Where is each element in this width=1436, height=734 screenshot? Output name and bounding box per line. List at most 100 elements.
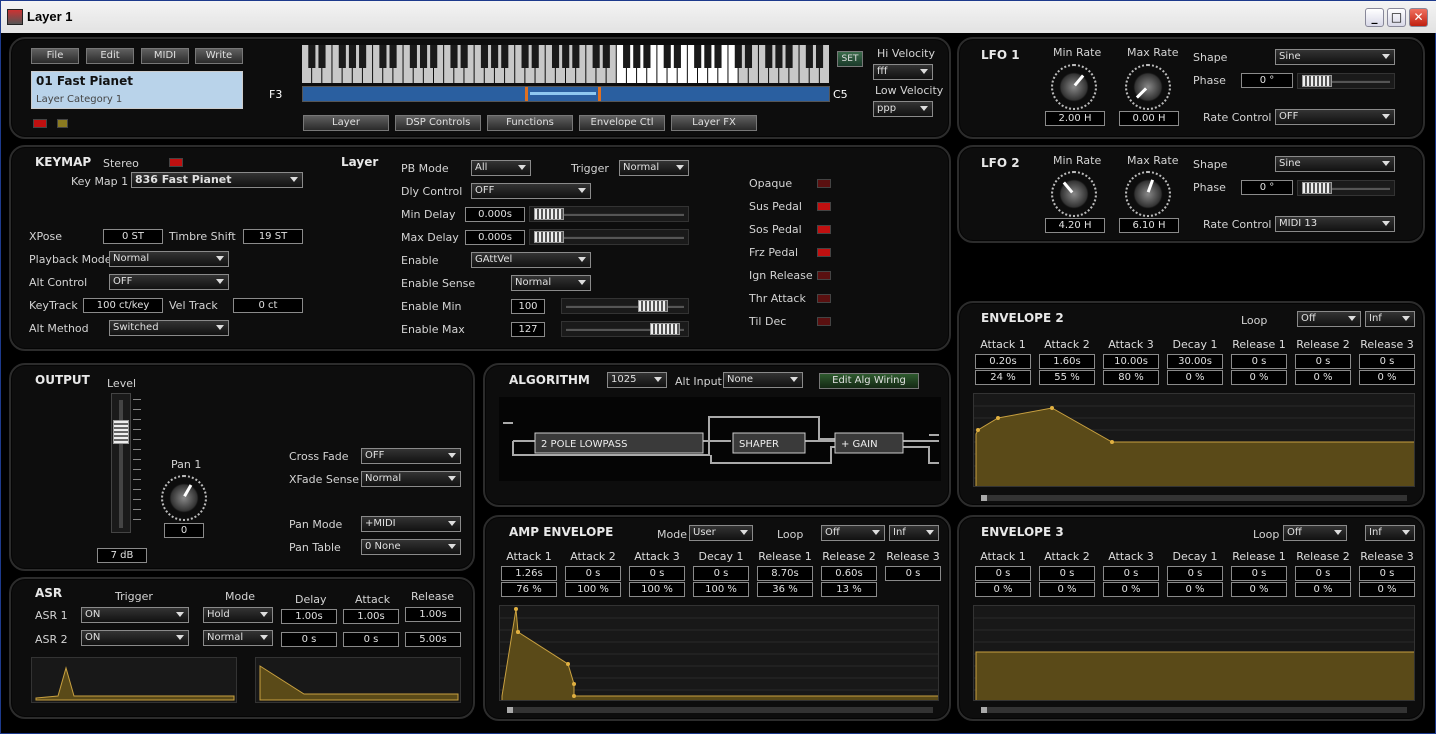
pan-table-select[interactable]: 0 None (361, 539, 461, 555)
env-level[interactable]: 0 % (1359, 582, 1415, 597)
alt-control-select[interactable]: OFF (109, 274, 229, 290)
black-key[interactable] (349, 45, 356, 68)
asr1-release[interactable]: 1.00s (405, 607, 461, 622)
env-time[interactable]: 1.60s (1039, 354, 1095, 369)
env-node[interactable] (996, 416, 1000, 420)
black-key[interactable] (532, 45, 539, 68)
key-range-bar[interactable] (302, 86, 830, 102)
env-level[interactable]: 76 % (501, 582, 557, 597)
env-curve[interactable] (976, 652, 1415, 701)
alg-block-shaper[interactable]: SHAPER (739, 439, 779, 450)
pb-mode-select[interactable]: All (471, 160, 531, 176)
black-key[interactable] (603, 45, 610, 68)
black-key[interactable] (643, 45, 650, 68)
enable-select[interactable]: GAttVel (471, 252, 591, 268)
black-key[interactable] (318, 45, 325, 68)
env-level[interactable]: 0 % (1295, 582, 1351, 597)
amp-env-scrollbar[interactable] (507, 707, 933, 713)
lfo1-max-rate-value[interactable]: 0.00 H (1119, 111, 1179, 126)
enable-min-slider[interactable] (561, 298, 689, 314)
lfo1-phase-value[interactable]: 0 ° (1241, 73, 1293, 88)
env-level[interactable]: 80 % (1103, 370, 1159, 385)
env-level[interactable]: 0 % (1167, 370, 1223, 385)
lfo2-shape-select[interactable]: Sine (1275, 156, 1395, 172)
level-fader[interactable] (111, 393, 131, 533)
file-menu-button[interactable]: File (31, 48, 79, 64)
env-level[interactable]: 0 % (1103, 582, 1159, 597)
min-delay-value[interactable]: 0.000s (465, 207, 525, 222)
lfo1-shape-select[interactable]: Sine (1275, 49, 1395, 65)
toggle-led[interactable] (817, 317, 831, 326)
low-velocity-select[interactable]: ppp (873, 101, 933, 117)
env3-loop-count-select[interactable]: Inf (1365, 525, 1415, 541)
env-level[interactable]: 0 % (1231, 582, 1287, 597)
black-key[interactable] (308, 45, 315, 68)
env-time[interactable]: 0 s (1295, 566, 1351, 581)
env-time[interactable]: 30.00s (1167, 354, 1223, 369)
env3-scrollbar[interactable] (981, 707, 1407, 713)
env-level[interactable]: 13 % (821, 582, 877, 597)
env-curve[interactable] (502, 609, 939, 701)
black-key[interactable] (420, 45, 427, 68)
black-key[interactable] (816, 45, 823, 68)
env-level[interactable]: 55 % (1039, 370, 1095, 385)
asr1-mode-select[interactable]: Hold (203, 607, 273, 623)
vel-track-value[interactable]: 0 ct (233, 298, 303, 313)
black-key[interactable] (390, 45, 397, 68)
keymap-select[interactable]: 836 Fast Pianet (131, 172, 303, 188)
toggle-led[interactable] (817, 202, 831, 211)
minimize-button[interactable]: _ (1365, 8, 1384, 27)
black-key[interactable] (522, 45, 529, 68)
max-delay-value[interactable]: 0.000s (465, 230, 525, 245)
cross-fade-select[interactable]: OFF (361, 448, 461, 464)
env-level[interactable]: 24 % (975, 370, 1031, 385)
black-key[interactable] (481, 45, 488, 68)
env-time[interactable]: 0 s (1359, 566, 1415, 581)
black-key[interactable] (775, 45, 782, 68)
tab-dsp-controls[interactable]: DSP Controls (395, 115, 481, 131)
black-key[interactable] (664, 45, 671, 68)
env-time[interactable]: 0 s (1039, 566, 1095, 581)
env-node[interactable] (572, 682, 576, 686)
black-key[interactable] (410, 45, 417, 68)
env-time[interactable]: 0 s (975, 566, 1031, 581)
keytrack-value[interactable]: 100 ct/key (83, 298, 163, 313)
toggle-led[interactable] (817, 271, 831, 280)
black-key[interactable] (562, 45, 569, 68)
black-key[interactable] (674, 45, 681, 68)
max-delay-slider[interactable] (529, 229, 689, 245)
toggle-led[interactable] (817, 179, 831, 188)
amp-env-graph[interactable] (499, 605, 939, 701)
lfo2-phase-value[interactable]: 0 ° (1241, 180, 1293, 195)
env3-graph[interactable] (973, 605, 1415, 701)
asr2-delay[interactable]: 0 s (281, 632, 337, 647)
black-key[interactable] (491, 45, 498, 68)
env-node[interactable] (514, 607, 518, 611)
black-key[interactable] (694, 45, 701, 68)
lfo2-max-rate-knob[interactable] (1125, 171, 1171, 217)
env-node[interactable] (572, 694, 576, 698)
env-time[interactable]: 0.60s (821, 566, 877, 581)
env-node[interactable] (566, 662, 570, 666)
env-time[interactable]: 0 s (1231, 566, 1287, 581)
env-time[interactable]: 0 s (1359, 354, 1415, 369)
min-delay-slider[interactable] (529, 206, 689, 222)
env-time[interactable]: 0.20s (975, 354, 1031, 369)
env-node[interactable] (976, 428, 980, 432)
program-display[interactable]: 01 Fast Pianet Layer Category 1 (31, 71, 243, 109)
lfo1-phase-slider[interactable] (1297, 73, 1395, 89)
hi-velocity-select[interactable]: fff (873, 64, 933, 80)
env-time[interactable]: 10.00s (1103, 354, 1159, 369)
env-level[interactable]: 0 % (1231, 370, 1287, 385)
enable-max-value[interactable]: 127 (511, 322, 545, 337)
black-key[interactable] (704, 45, 711, 68)
amp-loop-select[interactable]: Off (821, 525, 885, 541)
tab-layer-fx[interactable]: Layer FX (671, 115, 757, 131)
dly-control-select[interactable]: OFF (471, 183, 591, 199)
timbre-shift-value[interactable]: 19 ST (243, 229, 303, 244)
write-menu-button[interactable]: Write (195, 48, 243, 64)
black-key[interactable] (461, 45, 468, 68)
xfade-sense-select[interactable]: Normal (361, 471, 461, 487)
black-key[interactable] (745, 45, 752, 68)
env2-scrollbar[interactable] (981, 495, 1407, 501)
